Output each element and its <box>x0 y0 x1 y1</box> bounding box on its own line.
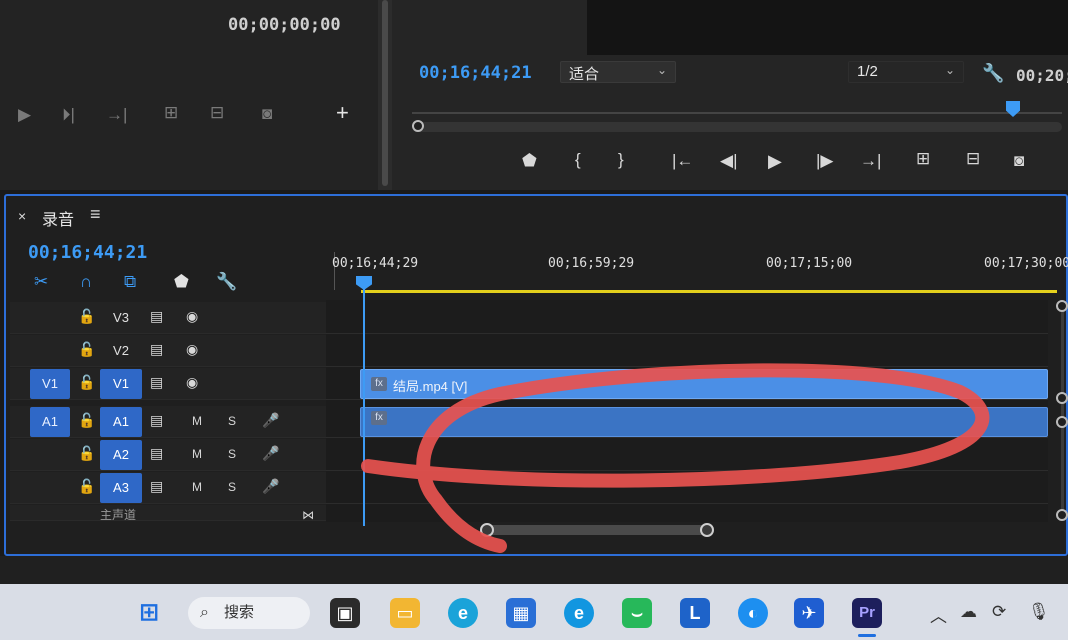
app-bird-icon[interactable]: ✈ <box>794 598 824 628</box>
panel-bottom-strip <box>0 556 1068 584</box>
cloud-icon[interactable]: ☁ <box>960 602 977 622</box>
windows-taskbar: ⊞ ⌕ 搜索 ▣ ▭ e ▦ e ⌣ L ◐ ✈ Pr ︿ ☁ ⟳ 🎙 <box>0 584 1068 640</box>
microphone-icon[interactable]: 🎙 <box>1028 602 1050 622</box>
taskbar-search[interactable]: ⌕ 搜索 <box>188 597 310 629</box>
chevron-up-icon[interactable]: ︿ <box>930 602 947 627</box>
file-explorer-icon[interactable]: ▭ <box>390 598 420 628</box>
store-icon[interactable]: ▦ <box>506 598 536 628</box>
red-circle-annotation <box>361 363 990 553</box>
browser-icon[interactable]: e <box>564 598 594 628</box>
app-swirl-icon[interactable]: ◐ <box>738 598 768 628</box>
search-label: 搜索 <box>224 604 255 621</box>
task-view-icon[interactable]: ▣ <box>330 598 360 628</box>
edge-icon[interactable]: e <box>448 598 478 628</box>
search-icon: ⌕ <box>200 604 209 621</box>
sync-icon[interactable]: ⟳ <box>992 602 1006 622</box>
active-app-indicator <box>858 634 876 637</box>
shopping-icon[interactable]: ⌣ <box>622 598 652 628</box>
premiere-icon[interactable]: Pr <box>852 598 882 628</box>
windows-start-icon[interactable]: ⊞ <box>134 598 164 628</box>
app-l-icon[interactable]: L <box>680 598 710 628</box>
